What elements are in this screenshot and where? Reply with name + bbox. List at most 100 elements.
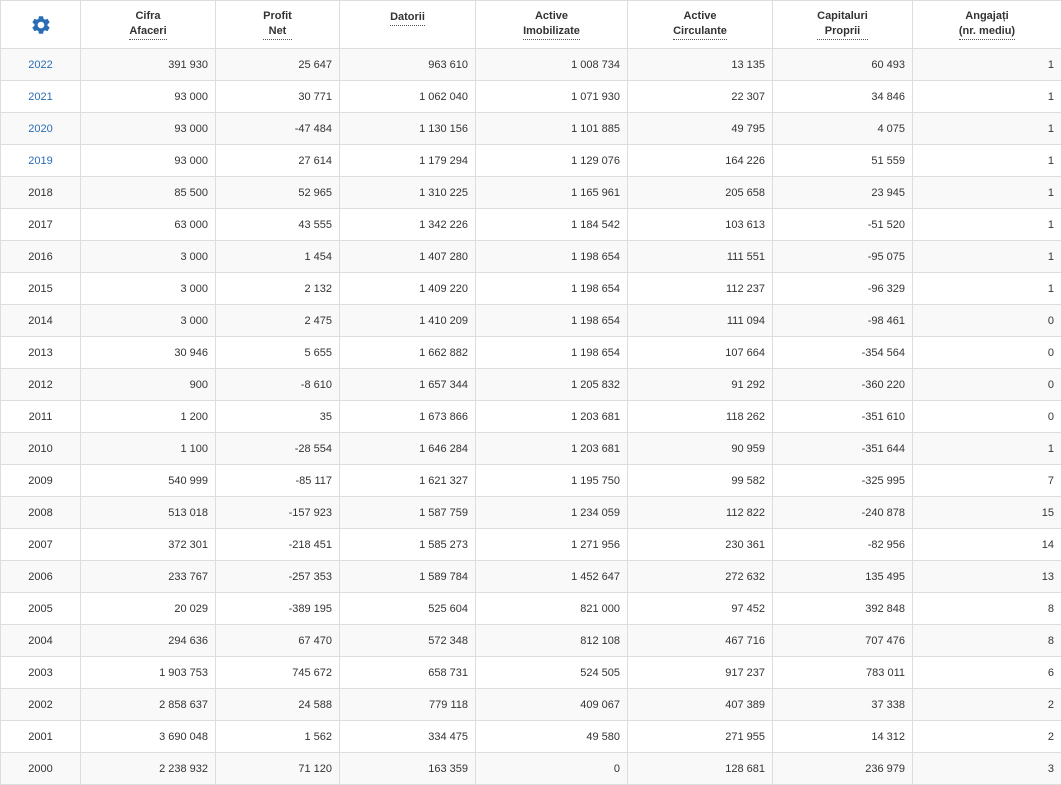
cell-capitaluri-proprii: -240 878 <box>773 497 913 529</box>
cell-datorii: 779 118 <box>340 689 476 721</box>
cell-capitaluri-proprii: 135 495 <box>773 561 913 593</box>
column-header-capitaluri-proprii: CapitaluriProprii <box>773 1 913 49</box>
table-body: 2022391 93025 647963 6101 008 73413 1356… <box>1 49 1061 785</box>
column-header-label[interactable]: CifraAfaceri <box>129 9 166 40</box>
cell-active-circulante: 271 955 <box>628 721 773 753</box>
cell-cifra-afaceri: 1 200 <box>81 401 216 433</box>
year-cell: 2019 <box>1 145 81 177</box>
year-cell: 2016 <box>1 241 81 273</box>
cell-cifra-afaceri: 20 029 <box>81 593 216 625</box>
cell-cifra-afaceri: 372 301 <box>81 529 216 561</box>
cell-cifra-afaceri: 540 999 <box>81 465 216 497</box>
cell-capitaluri-proprii: 34 846 <box>773 81 913 113</box>
year-label: 2004 <box>28 635 52 647</box>
header-row: CifraAfaceri ProfitNet Datorii ActiveImo… <box>1 1 1061 49</box>
cell-angajati: 1 <box>913 209 1061 241</box>
cell-capitaluri-proprii: -95 075 <box>773 241 913 273</box>
cell-datorii: 1 587 759 <box>340 497 476 529</box>
cell-profit-net: 43 555 <box>216 209 340 241</box>
year-label: 2001 <box>28 731 52 743</box>
cell-active-imobilizate: 1 198 654 <box>476 241 628 273</box>
year-label: 2017 <box>28 219 52 231</box>
cell-cifra-afaceri: 85 500 <box>81 177 216 209</box>
settings-header-cell <box>1 1 81 49</box>
cell-capitaluri-proprii: 60 493 <box>773 49 913 81</box>
year-link[interactable]: 2022 <box>28 59 52 71</box>
cell-active-circulante: 205 658 <box>628 177 773 209</box>
year-label: 2008 <box>28 507 52 519</box>
table-row: 20163 0001 4541 407 2801 198 654111 551-… <box>1 241 1061 273</box>
year-cell: 2017 <box>1 209 81 241</box>
cell-profit-net: -389 195 <box>216 593 340 625</box>
column-header-label[interactable]: ActiveImobilizate <box>523 9 580 40</box>
cell-active-imobilizate: 1 195 750 <box>476 465 628 497</box>
year-label: 2016 <box>28 251 52 263</box>
cell-profit-net: 5 655 <box>216 337 340 369</box>
year-link[interactable]: 2019 <box>28 155 52 167</box>
cell-cifra-afaceri: 294 636 <box>81 625 216 657</box>
table-row: 2012900-8 6101 657 3441 205 83291 292-36… <box>1 369 1061 401</box>
column-header-label[interactable]: ActiveCirculante <box>673 9 727 40</box>
column-header-label[interactable]: ProfitNet <box>263 9 292 40</box>
cell-cifra-afaceri: 3 000 <box>81 305 216 337</box>
column-header-label[interactable]: Angajați(nr. mediu) <box>959 9 1015 40</box>
cell-capitaluri-proprii: 51 559 <box>773 145 913 177</box>
table-row: 20143 0002 4751 410 2091 198 654111 094-… <box>1 305 1061 337</box>
cell-capitaluri-proprii: -82 956 <box>773 529 913 561</box>
cell-active-circulante: 49 795 <box>628 113 773 145</box>
cell-active-imobilizate: 1 071 930 <box>476 81 628 113</box>
year-label: 2000 <box>28 763 52 775</box>
cell-profit-net: 25 647 <box>216 49 340 81</box>
cell-active-imobilizate: 0 <box>476 753 628 785</box>
cell-profit-net: 27 614 <box>216 145 340 177</box>
cell-angajati: 8 <box>913 593 1061 625</box>
cell-datorii: 1 179 294 <box>340 145 476 177</box>
cell-active-imobilizate: 524 505 <box>476 657 628 689</box>
cell-active-imobilizate: 1 205 832 <box>476 369 628 401</box>
cell-active-circulante: 118 262 <box>628 401 773 433</box>
column-header-label[interactable]: Datorii <box>390 10 425 26</box>
financial-data-table: CifraAfaceri ProfitNet Datorii ActiveImo… <box>0 0 1061 785</box>
year-link[interactable]: 2020 <box>28 123 52 135</box>
cell-capitaluri-proprii: 707 476 <box>773 625 913 657</box>
cell-profit-net: -47 484 <box>216 113 340 145</box>
table-row: 2006233 767-257 3531 589 7841 452 647272… <box>1 561 1061 593</box>
cell-cifra-afaceri: 3 000 <box>81 273 216 305</box>
year-cell: 2015 <box>1 273 81 305</box>
cell-capitaluri-proprii: -351 610 <box>773 401 913 433</box>
cell-capitaluri-proprii: 392 848 <box>773 593 913 625</box>
year-label: 2012 <box>28 379 52 391</box>
cell-angajati: 0 <box>913 401 1061 433</box>
column-header-cifra-afaceri: CifraAfaceri <box>81 1 216 49</box>
cell-active-circulante: 90 959 <box>628 433 773 465</box>
year-cell: 2003 <box>1 657 81 689</box>
cell-angajati: 1 <box>913 177 1061 209</box>
cell-profit-net: -8 610 <box>216 369 340 401</box>
column-header-label[interactable]: CapitaluriProprii <box>817 9 868 40</box>
column-header-profit-net: ProfitNet <box>216 1 340 49</box>
gear-icon[interactable] <box>30 14 52 36</box>
cell-active-imobilizate: 1 271 956 <box>476 529 628 561</box>
cell-datorii: 1 585 273 <box>340 529 476 561</box>
year-cell: 2004 <box>1 625 81 657</box>
cell-active-circulante: 164 226 <box>628 145 773 177</box>
cell-profit-net: 35 <box>216 401 340 433</box>
year-cell: 2007 <box>1 529 81 561</box>
cell-profit-net: -85 117 <box>216 465 340 497</box>
cell-cifra-afaceri: 233 767 <box>81 561 216 593</box>
cell-cifra-afaceri: 2 238 932 <box>81 753 216 785</box>
year-cell: 2020 <box>1 113 81 145</box>
year-cell: 2010 <box>1 433 81 465</box>
year-label: 2010 <box>28 443 52 455</box>
year-label: 2014 <box>28 315 52 327</box>
cell-capitaluri-proprii: 14 312 <box>773 721 913 753</box>
cell-angajati: 3 <box>913 753 1061 785</box>
year-cell: 2022 <box>1 49 81 81</box>
year-link[interactable]: 2021 <box>28 91 52 103</box>
table-row: 202193 00030 7711 062 0401 071 93022 307… <box>1 81 1061 113</box>
cell-active-circulante: 112 822 <box>628 497 773 529</box>
table-row: 202093 000-47 4841 130 1561 101 88549 79… <box>1 113 1061 145</box>
year-label: 2011 <box>29 411 53 423</box>
cell-datorii: 525 604 <box>340 593 476 625</box>
cell-profit-net: 745 672 <box>216 657 340 689</box>
